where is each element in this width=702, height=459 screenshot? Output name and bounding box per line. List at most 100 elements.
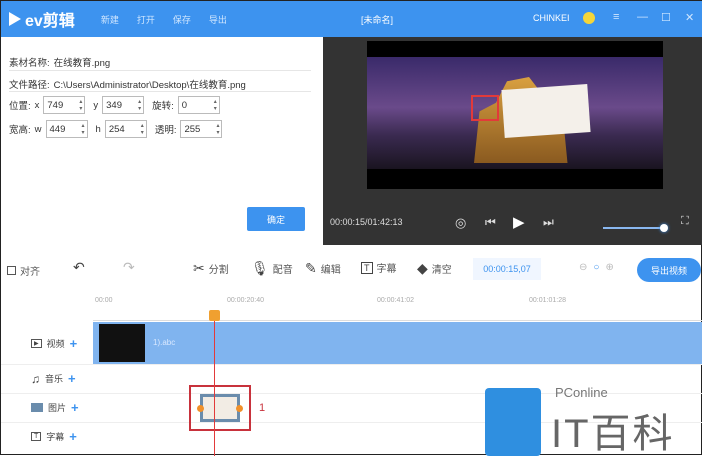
pen-icon: ✎: [305, 260, 317, 276]
minimize-button[interactable]: —: [637, 11, 648, 23]
position-label: 位置:: [9, 101, 31, 112]
opacity-label: 透明:: [154, 125, 177, 136]
h-label: h: [95, 123, 101, 135]
subtitle-button[interactable]: T 字幕: [361, 260, 397, 275]
rotate-input[interactable]: 0: [177, 96, 220, 114]
clip-start-handle[interactable]: [197, 405, 204, 412]
next-icon[interactable]: ⏭: [543, 215, 554, 230]
dub-button[interactable]: 🎙 配音: [251, 260, 293, 277]
title-bar: ev剪辑 新建 打开 保存 导出 [未命名] CHINKEI ≡ — ☐ ✕: [1, 1, 702, 37]
align-label: 对齐: [20, 267, 40, 278]
checkbox-icon[interactable]: [7, 266, 16, 275]
playback-time: 00:00:15/01:42:13: [330, 217, 403, 227]
current-time-field[interactable]: 00:00:15,07: [473, 258, 541, 280]
video-track[interactable]: 1).abc: [93, 322, 702, 364]
subtitle-icon: T: [31, 432, 42, 441]
fullscreen-icon[interactable]: ⛶: [681, 215, 689, 228]
menu-export[interactable]: 导出: [209, 13, 227, 26]
name-value: 在线教育.png: [53, 58, 111, 69]
confirm-button[interactable]: 确定: [247, 207, 305, 231]
image-clip-thumbnail: [200, 394, 240, 422]
maximize-button[interactable]: ☐: [661, 11, 671, 24]
zoom-in-icon[interactable]: ⊕: [605, 262, 613, 273]
microphone-icon: 🎙: [251, 260, 269, 276]
logo-play-icon: [9, 12, 21, 26]
video-player: 00:00:15/01:42:13 ◎ ⏮ ▶ ⏭ ⛶: [323, 37, 702, 245]
split-button[interactable]: ✂ 分割: [193, 260, 229, 277]
overlay-image[interactable]: [501, 84, 591, 138]
loop-icon[interactable]: ◎: [455, 215, 466, 231]
clip-end-handle[interactable]: [236, 405, 243, 412]
ruler-tick-label: 00:01:01:28: [529, 297, 566, 304]
volume-slider[interactable]: [603, 224, 668, 232]
height-input[interactable]: 254: [104, 120, 147, 138]
selection-box[interactable]: [471, 95, 499, 121]
redo-icon[interactable]: ↷: [123, 259, 135, 276]
settings-icon[interactable]: ≡: [613, 11, 619, 23]
preview-frame: [367, 57, 663, 169]
path-label: 文件路径:: [9, 80, 50, 91]
ruler-tick-label: 00:00: [95, 297, 113, 304]
preview-screen[interactable]: [367, 41, 663, 189]
divider: [1, 364, 702, 365]
path-value: C:\Users\Administrator\Desktop\在线教育.png: [53, 80, 246, 91]
add-image-button[interactable]: +: [71, 400, 79, 415]
track-video: ▶ 视频 +: [31, 336, 77, 351]
image-clip[interactable]: [189, 385, 251, 431]
track-label: 视频: [46, 339, 65, 349]
add-subtitle-button[interactable]: +: [69, 429, 77, 444]
track-image: 图片 +: [31, 400, 79, 415]
export-video-button[interactable]: 导出视频: [637, 258, 701, 282]
track-label: 字幕: [46, 432, 65, 442]
playhead-handle[interactable]: [209, 310, 220, 321]
zoom-out-icon[interactable]: ⊖: [579, 262, 587, 273]
size-label: 宽高:: [9, 125, 31, 136]
edit-button[interactable]: ✎ 编辑: [305, 260, 341, 277]
split-label: 分割: [208, 265, 229, 276]
playhead-line: [214, 313, 215, 456]
add-music-button[interactable]: +: [68, 371, 76, 386]
width-input[interactable]: 449: [45, 120, 88, 138]
track-label: 图片: [48, 403, 67, 413]
app-name: ev剪辑: [25, 13, 75, 30]
name-label: 素材名称:: [9, 58, 50, 69]
scissors-icon: ✂: [193, 260, 205, 276]
x-input[interactable]: 749: [43, 96, 86, 114]
menu-save[interactable]: 保存: [173, 13, 191, 26]
track-music: ♫ 音乐 +: [31, 371, 76, 386]
close-button[interactable]: ✕: [685, 11, 694, 24]
clip-index-annotation: 1: [259, 402, 266, 414]
video-clip-name: 1).abc: [153, 338, 176, 347]
menu-open[interactable]: 打开: [137, 13, 155, 26]
document-title: [未命名]: [361, 15, 394, 25]
timeline-ruler[interactable]: 00:00 00:00:20:40 00:00:41:02 00:01:01:2…: [93, 293, 702, 321]
menu-new[interactable]: 新建: [101, 13, 119, 26]
dub-label: 配音: [272, 265, 293, 276]
edit-label: 编辑: [320, 265, 341, 276]
app-logo: ev剪辑: [9, 7, 75, 31]
opacity-input[interactable]: 255: [180, 120, 223, 138]
user-name[interactable]: CHINKEI: [533, 13, 570, 23]
watermark-brand: PConline: [555, 385, 608, 400]
music-icon: ♫: [31, 371, 40, 386]
image-icon: [31, 403, 43, 412]
previous-icon[interactable]: ⏮: [485, 215, 496, 230]
track-subtitle: T 字幕 +: [31, 429, 77, 444]
watermark-name: IT百科: [551, 412, 675, 456]
zoom-reset-icon[interactable]: ○: [593, 262, 599, 273]
video-clip-thumbnail[interactable]: [99, 324, 145, 362]
subtitle-label: 字幕: [376, 264, 397, 275]
vip-coin-icon[interactable]: [583, 12, 595, 24]
y-label: y: [93, 99, 99, 111]
clear-label: 清空: [431, 265, 452, 276]
y-input[interactable]: 349: [102, 96, 145, 114]
text-icon: T: [361, 261, 373, 274]
align-checkbox[interactable]: 对齐: [7, 263, 40, 278]
undo-icon[interactable]: ↶: [73, 259, 85, 276]
track-label: 音乐: [45, 374, 64, 384]
ruler-tick-label: 00:00:20:40: [227, 297, 264, 304]
add-video-button[interactable]: +: [70, 336, 78, 351]
x-label: x: [34, 99, 40, 111]
clear-button[interactable]: ◆ 清空: [417, 260, 452, 277]
play-icon[interactable]: ▶: [513, 213, 525, 231]
